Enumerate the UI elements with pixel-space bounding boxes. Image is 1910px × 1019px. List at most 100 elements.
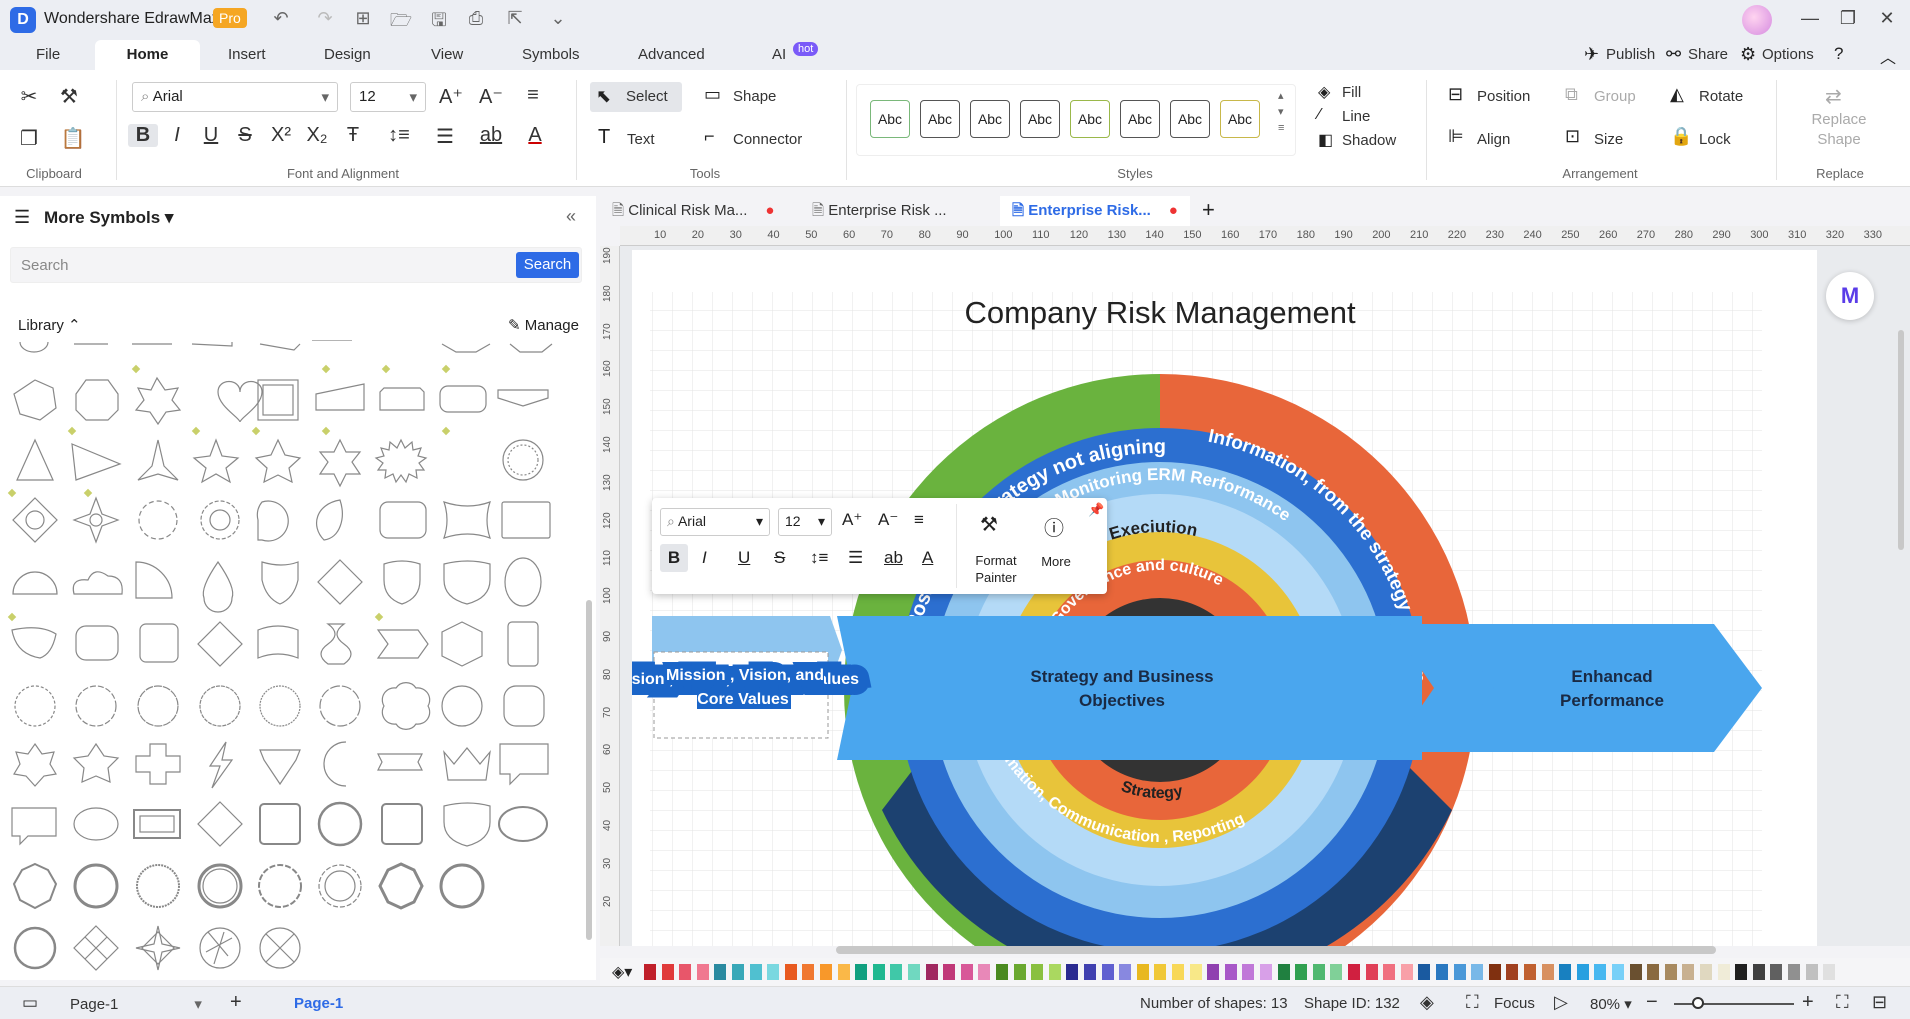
- color-swatch[interactable]: [1471, 964, 1484, 980]
- float-font-select[interactable]: ⌕ Arial ▾: [660, 508, 770, 536]
- menu-view[interactable]: View: [431, 46, 463, 63]
- fill-bucket-icon[interactable]: ◈▾: [612, 962, 632, 982]
- format-painter-icon[interactable]: ⚒: [54, 84, 84, 109]
- color-swatch[interactable]: [872, 964, 885, 980]
- restore-icon[interactable]: ❐: [1833, 8, 1863, 29]
- size-button[interactable]: Size: [1594, 131, 1623, 148]
- panel-scrollbar[interactable]: [586, 600, 592, 940]
- tab-enterprise-risk-1[interactable]: 🗎 Enterprise Risk ...: [812, 196, 947, 226]
- zoom-in-icon[interactable]: +: [1802, 991, 1814, 1014]
- styles-scroll-icon[interactable]: ▴ ▾ ≡: [1278, 88, 1284, 136]
- color-swatch[interactable]: [1119, 964, 1132, 980]
- color-swatch[interactable]: [784, 964, 797, 980]
- style-swatch[interactable]: Abc: [870, 100, 910, 138]
- right-text-2[interactable]: Performance: [1560, 691, 1664, 710]
- color-swatch[interactable]: [1524, 964, 1536, 980]
- bullets-icon[interactable]: ☰: [848, 548, 863, 568]
- center-text-2[interactable]: Objectives: [1079, 691, 1165, 710]
- horizontal-scrollbar[interactable]: [836, 946, 1716, 954]
- manage-button[interactable]: ✎ Manage: [508, 316, 579, 334]
- menu-design[interactable]: Design: [324, 46, 371, 63]
- text-highlight-icon[interactable]: ab: [476, 124, 506, 147]
- align-icon[interactable]: ≡: [914, 510, 924, 530]
- color-swatch[interactable]: [1541, 964, 1554, 980]
- more-button[interactable]: More: [1036, 554, 1076, 569]
- position-button[interactable]: Position: [1477, 88, 1530, 105]
- underline-icon[interactable]: U: [738, 548, 750, 568]
- print-icon[interactable]: ⎙: [463, 8, 489, 29]
- increase-font-icon[interactable]: A⁺: [842, 510, 862, 530]
- undo-icon[interactable]: ↶: [268, 8, 294, 29]
- customize-quick-access-icon[interactable]: ⌄: [545, 8, 571, 29]
- color-swatch[interactable]: [1717, 964, 1730, 980]
- style-swatch[interactable]: Abc: [1120, 100, 1160, 138]
- menu-ai[interactable]: AI: [772, 46, 786, 63]
- share-button[interactable]: Share: [1688, 46, 1728, 63]
- color-swatch[interactable]: [1242, 964, 1255, 980]
- color-swatch[interactable]: [1664, 964, 1677, 980]
- lock-button[interactable]: Lock: [1699, 131, 1731, 148]
- selected-text-overlay[interactable]: Mission , Vision, and Core Values: [660, 664, 828, 712]
- color-swatch[interactable]: [996, 964, 1008, 980]
- color-swatch[interactable]: [696, 964, 709, 980]
- text-tool[interactable]: Text: [627, 131, 655, 148]
- color-swatch[interactable]: [1400, 964, 1413, 980]
- options-button[interactable]: Options: [1762, 46, 1814, 63]
- open-folder-icon[interactable]: 🗁: [388, 8, 414, 38]
- color-swatch[interactable]: [767, 964, 780, 980]
- strikethrough-icon[interactable]: S: [230, 124, 260, 147]
- shape-tool[interactable]: Shape: [733, 88, 776, 105]
- color-swatch[interactable]: [1612, 964, 1624, 980]
- style-swatch[interactable]: Abc: [1020, 100, 1060, 138]
- focus-button[interactable]: Focus: [1494, 995, 1535, 1012]
- color-swatch[interactable]: [908, 964, 920, 980]
- vertical-scrollbar[interactable]: [1898, 330, 1904, 550]
- publish-button[interactable]: Publish: [1606, 46, 1655, 63]
- color-swatch[interactable]: [1488, 964, 1501, 980]
- color-swatch[interactable]: [1805, 964, 1818, 980]
- bold-icon[interactable]: B: [128, 124, 158, 147]
- tab-enterprise-risk-2[interactable]: 🗎 Enterprise Risk... ●: [1000, 196, 1190, 226]
- color-swatch[interactable]: [1383, 964, 1396, 980]
- color-swatch[interactable]: [1172, 964, 1184, 980]
- color-swatch[interactable]: [1418, 964, 1431, 980]
- color-swatch[interactable]: [1277, 964, 1290, 980]
- style-swatch[interactable]: Abc: [970, 100, 1010, 138]
- line-button[interactable]: Line: [1342, 108, 1370, 125]
- color-swatch[interactable]: [978, 964, 991, 980]
- page-layout-icon[interactable]: ▭: [22, 993, 38, 1013]
- color-swatch[interactable]: [1559, 964, 1572, 980]
- color-swatch[interactable]: [1136, 964, 1149, 980]
- style-swatch[interactable]: Abc: [1070, 100, 1110, 138]
- layers-icon[interactable]: ◈: [1420, 992, 1434, 1013]
- diagram-title[interactable]: Company Risk Management: [964, 295, 1356, 330]
- strikethrough-icon[interactable]: S: [774, 548, 785, 568]
- italic-icon[interactable]: I: [702, 548, 707, 568]
- drawing-page[interactable]: Company Risk Management Possibility of s…: [620, 250, 1817, 946]
- color-swatch[interactable]: [1700, 964, 1712, 980]
- decrease-font-icon[interactable]: A⁻: [878, 510, 898, 530]
- color-swatch[interactable]: [644, 964, 656, 980]
- zoom-slider-handle[interactable]: [1692, 997, 1704, 1009]
- redo-icon[interactable]: ↷: [312, 8, 338, 29]
- increase-font-icon[interactable]: A⁺: [436, 84, 466, 109]
- drawing-canvas[interactable]: Company Risk Management Possibility of s…: [620, 246, 1910, 946]
- cut-icon[interactable]: ✂: [14, 84, 44, 109]
- format-painter-icon[interactable]: ⚒: [980, 512, 998, 537]
- color-swatch[interactable]: [1295, 964, 1308, 980]
- help-icon[interactable]: ?: [1834, 44, 1843, 64]
- superscript-icon[interactable]: X²: [266, 124, 296, 147]
- collapse-panel-icon[interactable]: «: [566, 206, 576, 227]
- add-page-icon[interactable]: +: [230, 991, 242, 1014]
- color-swatch[interactable]: [1348, 964, 1360, 980]
- menu-advanced[interactable]: Advanced: [638, 46, 705, 63]
- float-size-select[interactable]: 12 ▾: [778, 508, 832, 536]
- color-swatch[interactable]: [1260, 964, 1272, 980]
- color-swatch[interactable]: [1647, 964, 1660, 980]
- format-painter-button[interactable]: Format Painter: [964, 552, 1028, 586]
- menu-file[interactable]: File: [36, 46, 60, 63]
- page-selector[interactable]: Page-1 ▾: [70, 995, 202, 1013]
- tab-clinical-risk[interactable]: 🗎 Clinical Risk Ma... ●: [612, 196, 774, 226]
- color-swatch[interactable]: [890, 964, 903, 980]
- decrease-font-icon[interactable]: A⁻: [476, 84, 506, 109]
